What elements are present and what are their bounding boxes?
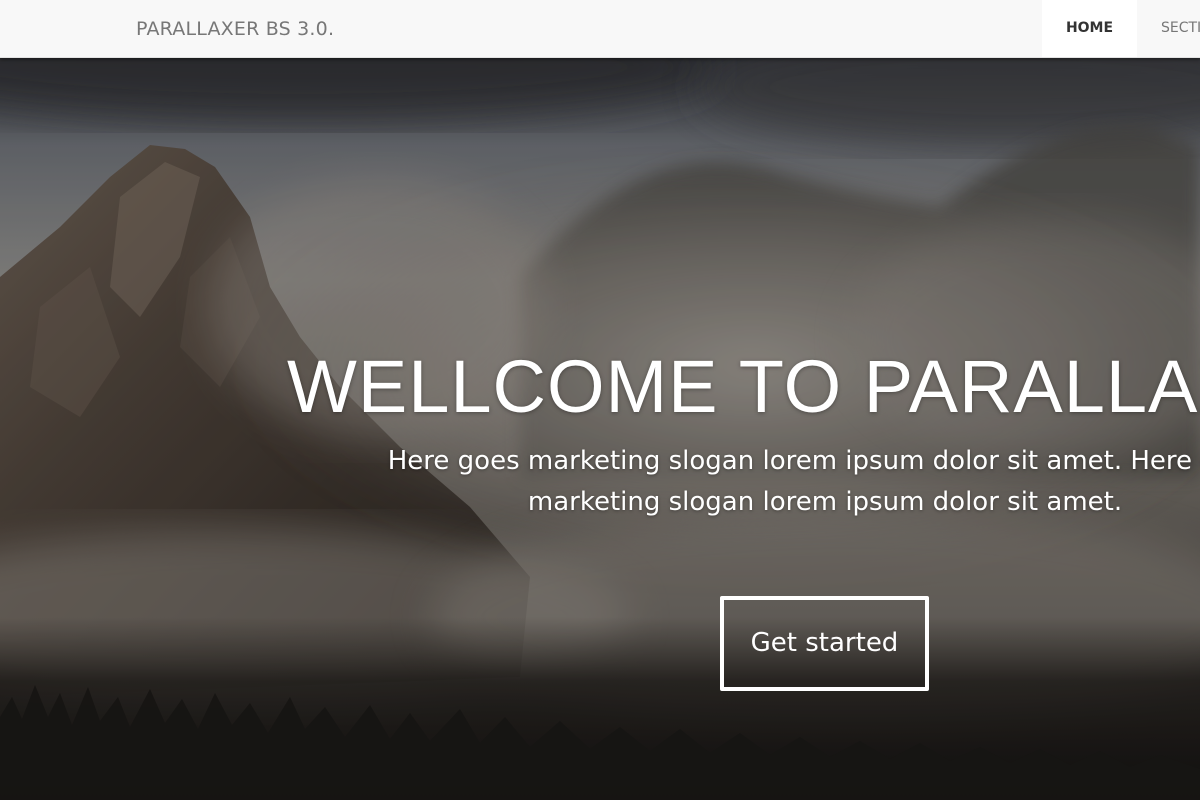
nav-item-home[interactable]: HOME — [1042, 0, 1137, 57]
nav-menu: HOME SECTION — [1042, 0, 1200, 57]
hero-title: WELLCOME TO PARALLAXER — [287, 345, 1200, 428]
hero-slogan: Here goes marketing slogan lorem ipsum d… — [387, 446, 1200, 517]
brand-logo-link[interactable]: PARALLAXER BS 3.0. — [136, 18, 334, 40]
hero-section: WELLCOME TO PARALLAXER Here goes marketi… — [0, 57, 1200, 800]
hero-content: WELLCOME TO PARALLAXER Here goes marketi… — [0, 57, 1200, 800]
top-navbar: PARALLAXER BS 3.0. HOME SECTION — [0, 0, 1200, 58]
get-started-button[interactable]: Get started — [720, 596, 929, 691]
nav-item-section[interactable]: SECTION — [1137, 0, 1200, 57]
